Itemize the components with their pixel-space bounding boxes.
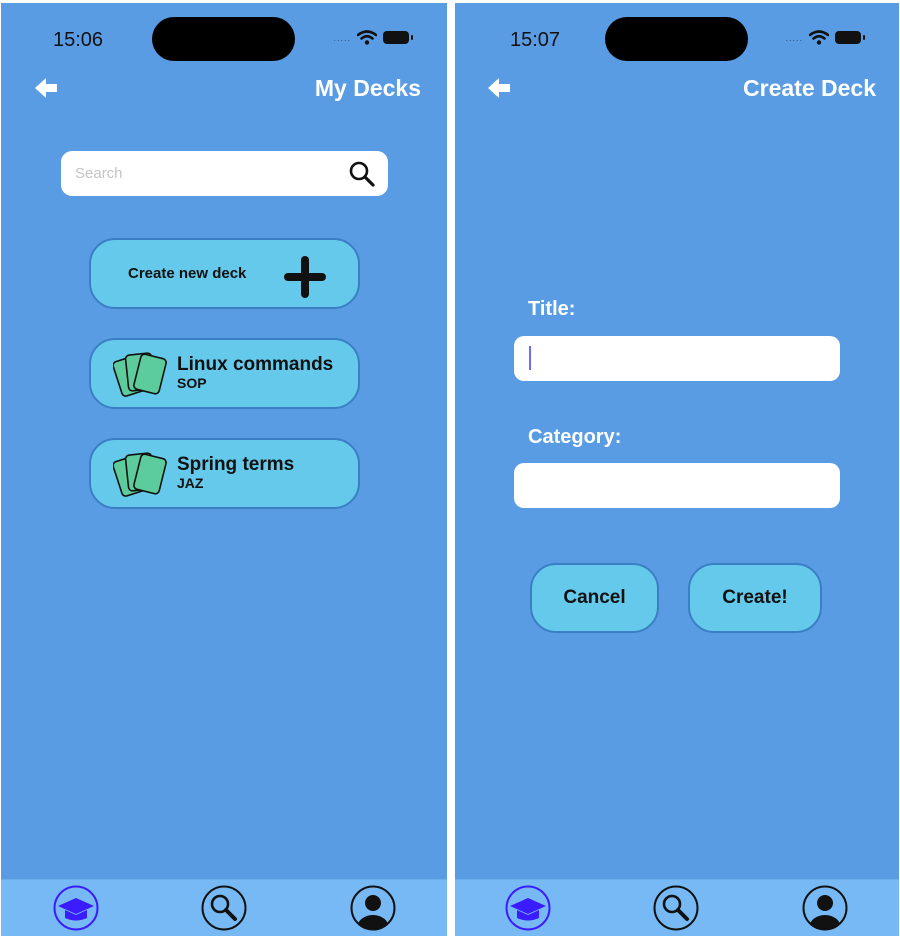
status-time: 15:07	[510, 29, 561, 51]
back-button[interactable]	[486, 75, 514, 101]
text-cursor	[529, 346, 531, 370]
create-new-deck-label: Create new deck	[128, 265, 247, 282]
search-icon	[201, 885, 247, 931]
wifi-icon	[809, 30, 829, 45]
cellular-signal-icon: .....	[785, 32, 803, 43]
plus-icon	[284, 256, 326, 298]
title-field[interactable]	[514, 336, 840, 381]
tab-search[interactable]	[201, 885, 247, 931]
cards-icon	[113, 351, 167, 397]
status-time: 15:06	[53, 29, 104, 51]
battery-icon	[383, 31, 413, 44]
graduation-cap-icon	[505, 885, 551, 931]
back-arrow-icon	[35, 78, 57, 98]
cards-icon	[113, 451, 167, 497]
title-label: Title:	[528, 298, 576, 320]
deck-item-linux-commands[interactable]: Linux commands SOP	[89, 338, 360, 409]
profile-icon	[350, 885, 396, 931]
create-new-deck-button[interactable]: Create new deck	[89, 238, 360, 309]
deck-title: Spring terms	[177, 454, 295, 475]
status-icons: .....	[785, 30, 865, 45]
page-title: Create Deck	[743, 75, 876, 101]
category-field[interactable]	[514, 463, 840, 508]
search-bar	[61, 151, 388, 196]
dynamic-island	[152, 17, 295, 61]
category-label: Category:	[528, 426, 622, 448]
tab-search[interactable]	[653, 885, 699, 931]
search-icon[interactable]	[348, 160, 376, 188]
wifi-icon	[357, 30, 377, 45]
create-deck-screen: 15:07 ..... Create Deck Title: Category:…	[455, 3, 899, 936]
tab-profile[interactable]	[350, 885, 396, 931]
search-icon	[653, 885, 699, 931]
deck-title: Linux commands	[177, 354, 334, 375]
back-arrow-icon	[488, 78, 510, 98]
graduation-cap-icon	[53, 885, 99, 931]
deck-category: SOP	[177, 375, 207, 391]
battery-icon	[835, 31, 865, 44]
my-decks-screen: 15:06 ..... My Decks Create new deck	[1, 3, 447, 936]
tab-bar	[455, 879, 899, 936]
search-input[interactable]	[75, 165, 348, 182]
profile-icon	[802, 885, 848, 931]
deck-item-spring-terms[interactable]: Spring terms JAZ	[89, 438, 360, 509]
dynamic-island	[605, 17, 748, 61]
back-button[interactable]	[33, 75, 61, 101]
create-button[interactable]: Create!	[688, 563, 822, 633]
tab-decks[interactable]	[505, 885, 551, 931]
status-icons: .....	[333, 30, 413, 45]
cellular-signal-icon: .....	[333, 32, 351, 43]
tab-decks[interactable]	[53, 885, 99, 931]
tab-profile[interactable]	[802, 885, 848, 931]
page-title: My Decks	[314, 75, 421, 101]
tab-bar	[1, 879, 447, 936]
cancel-button[interactable]: Cancel	[530, 563, 659, 633]
deck-category: JAZ	[177, 475, 204, 491]
